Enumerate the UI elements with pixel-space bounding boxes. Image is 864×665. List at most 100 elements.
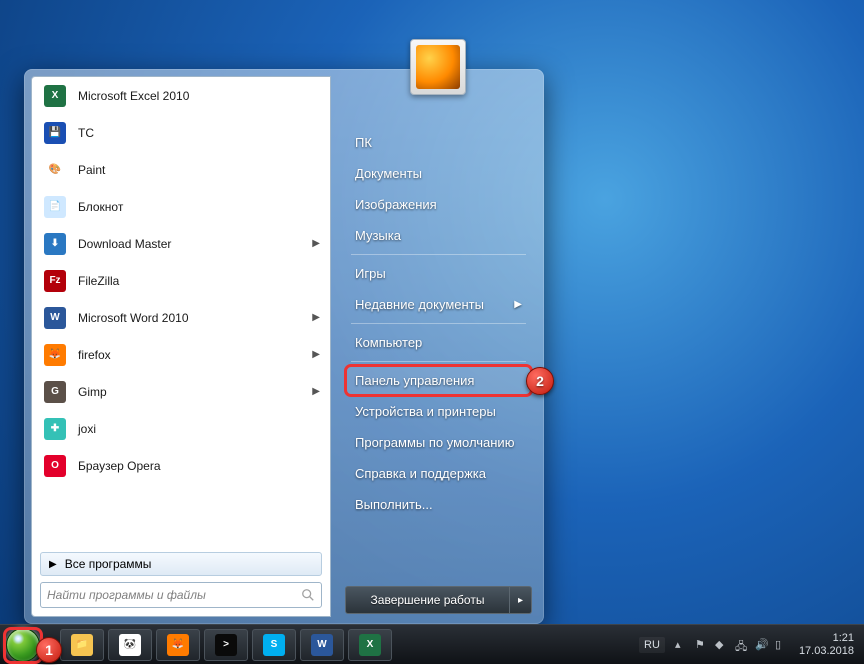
annotation-callout-2: 2 bbox=[526, 367, 554, 395]
program-label: Microsoft Word 2010 bbox=[78, 311, 189, 325]
taskbar-app-excel-icon[interactable]: X bbox=[348, 629, 392, 661]
arrow-right-icon: ▶ bbox=[49, 559, 57, 570]
chevron-right-icon: ▶ bbox=[312, 312, 320, 323]
program-item-excel-icon[interactable]: XMicrosoft Excel 2010 bbox=[32, 77, 330, 114]
language-indicator[interactable]: RU bbox=[639, 637, 665, 653]
right-menu-label: Устройства и принтеры bbox=[355, 404, 496, 419]
tray-chevron-icon[interactable]: ▴ bbox=[675, 638, 689, 652]
right-menu-item[interactable]: Изображения bbox=[345, 189, 532, 220]
paint-icon: 🎨 bbox=[42, 157, 68, 183]
program-label: Paint bbox=[78, 163, 105, 177]
taskbar-app-firefox-icon[interactable]: 🦊 bbox=[156, 629, 200, 661]
program-label: Блокнот bbox=[78, 200, 123, 214]
program-item-paint-icon[interactable]: 🎨 Paint bbox=[32, 151, 330, 188]
program-item-firefox-icon[interactable]: 🦊 firefox ▶ bbox=[32, 336, 330, 373]
right-menu-item[interactable]: Устройства и принтеры bbox=[345, 396, 532, 427]
tray-battery-icon[interactable]: ▯ bbox=[775, 638, 789, 652]
program-label: joxi bbox=[78, 422, 96, 436]
annotation-callout-1: 1 bbox=[36, 637, 62, 663]
taskbar-app-word-icon[interactable]: W bbox=[300, 629, 344, 661]
right-menu-label: Изображения bbox=[355, 197, 437, 212]
program-label: FileZilla bbox=[78, 274, 119, 288]
taskbar-clock[interactable]: 1:21 17.03.2018 bbox=[799, 632, 854, 657]
opera-icon: O bbox=[42, 453, 68, 479]
right-menu-label: Компьютер bbox=[355, 335, 422, 350]
taskbar-apps: 📁 🐼 🦊 > S W X bbox=[60, 629, 392, 661]
all-programs-label: Все программы bbox=[65, 557, 152, 571]
program-item-joxi-icon[interactable]: ✚ joxi bbox=[32, 410, 330, 447]
program-label: Download Master bbox=[78, 237, 171, 251]
program-item-filezilla-icon[interactable]: Fz FileZilla bbox=[32, 262, 330, 299]
start-menu: XMicrosoft Excel 2010 💾 TC 🎨 Paint 📄 Блокнот ⬇ D… bbox=[24, 69, 544, 624]
avatar-image-icon bbox=[416, 45, 460, 89]
program-item-opera-icon[interactable]: O Браузер Opera bbox=[32, 447, 330, 484]
filezilla-icon: Fz bbox=[42, 268, 68, 294]
right-menu-item[interactable]: Музыка bbox=[345, 220, 532, 251]
shutdown-button[interactable]: Завершение работы bbox=[345, 586, 510, 614]
user-avatar[interactable] bbox=[410, 39, 466, 95]
right-menu-item[interactable]: Недавние документы▶ bbox=[345, 289, 532, 320]
tray-flag-icon[interactable]: ⚑ bbox=[695, 638, 709, 652]
right-menu-item[interactable]: Игры bbox=[345, 258, 532, 289]
shutdown-group: Завершение работы ▸ bbox=[345, 586, 532, 614]
word-icon: W bbox=[311, 634, 333, 656]
all-programs-button[interactable]: ▶ Все программы bbox=[40, 552, 322, 576]
right-menu-label: ПК bbox=[355, 135, 372, 150]
firefox-icon: 🦊 bbox=[42, 342, 68, 368]
start-menu-right-pane: ПК Документы Изображения Музыка Игры Недавние… bbox=[331, 69, 544, 624]
clock-date: 17.03.2018 bbox=[799, 645, 854, 658]
program-label: firefox bbox=[78, 348, 111, 362]
right-menu-label: Игры bbox=[355, 266, 386, 281]
clock-time: 1:21 bbox=[799, 632, 854, 645]
program-item-tc-icon[interactable]: 💾 TC bbox=[32, 114, 330, 151]
firefox-icon: 🦊 bbox=[167, 634, 189, 656]
shutdown-options-button[interactable]: ▸ bbox=[510, 586, 532, 614]
start-button[interactable]: 1 bbox=[0, 625, 46, 665]
right-menu-item[interactable]: Программы по умолчанию bbox=[345, 427, 532, 458]
tray-icons: ▴ ⚑ ◆ 🖧 🔊 ▯ bbox=[675, 638, 789, 652]
right-menu-label: Справка и поддержка bbox=[355, 466, 486, 481]
tray-app-icon[interactable]: ◆ bbox=[715, 638, 729, 652]
search-input[interactable]: Найти программы и файлы bbox=[40, 582, 322, 608]
taskbar-app-cmd-icon[interactable]: > bbox=[204, 629, 248, 661]
right-menu-item[interactable]: Выполнить... bbox=[345, 489, 532, 520]
program-label: Браузер Opera bbox=[78, 459, 161, 473]
word-icon: W bbox=[42, 305, 68, 331]
joxi-icon: ✚ bbox=[42, 416, 68, 442]
search-icon bbox=[301, 588, 315, 602]
shutdown-label: Завершение работы bbox=[371, 593, 485, 607]
right-menu-item[interactable]: Документы bbox=[345, 158, 532, 189]
taskbar: 1 📁 🐼 🦊 > S W X RU ▴ ⚑ ◆ 🖧 🔊 ▯ 1:21 17.03.2018 bbox=[0, 624, 864, 664]
program-label: Microsoft Excel 2010 bbox=[78, 89, 189, 103]
tray-volume-icon[interactable]: 🔊 bbox=[755, 638, 769, 652]
right-menu-label: Панель управления bbox=[355, 373, 474, 388]
tray-network-icon[interactable]: 🖧 bbox=[735, 638, 749, 652]
chevron-right-icon: ▶ bbox=[312, 386, 320, 397]
right-menu-item[interactable]: Справка и поддержка bbox=[345, 458, 532, 489]
download-master-icon: ⬇ bbox=[42, 231, 68, 257]
right-menu-item[interactable]: ПК bbox=[345, 127, 532, 158]
program-item-notepad-icon[interactable]: 📄 Блокнот bbox=[32, 188, 330, 225]
excel-icon: X bbox=[359, 634, 381, 656]
right-menu-item[interactable]: Компьютер bbox=[345, 327, 532, 358]
program-item-download-master-icon[interactable]: ⬇Download Master▶ bbox=[32, 225, 330, 262]
right-menu-label: Выполнить... bbox=[355, 497, 433, 512]
program-item-gimp-icon[interactable]: GGimp▶ bbox=[32, 373, 330, 410]
program-label: TC bbox=[78, 126, 94, 140]
skype-icon: S bbox=[263, 634, 285, 656]
chevron-right-icon: ▸ bbox=[518, 595, 523, 606]
right-menu-label: Музыка bbox=[355, 228, 401, 243]
right-menu-item[interactable]: Панель управления2 bbox=[345, 365, 532, 396]
right-menu-label: Программы по умолчанию bbox=[355, 435, 514, 450]
notepad-icon: 📄 bbox=[42, 194, 68, 220]
chevron-right-icon: ▶ bbox=[312, 349, 320, 360]
right-menu-label: Документы bbox=[355, 166, 422, 181]
program-list: XMicrosoft Excel 2010 💾 TC 🎨 Paint 📄 Блокнот ⬇ D… bbox=[32, 77, 330, 548]
tc-icon: 💾 bbox=[42, 120, 68, 146]
taskbar-app-skype-icon[interactable]: S bbox=[252, 629, 296, 661]
program-item-word-icon[interactable]: W Microsoft Word 2010 ▶ bbox=[32, 299, 330, 336]
taskbar-app-panda-icon[interactable]: 🐼 bbox=[108, 629, 152, 661]
menu-separator bbox=[351, 323, 526, 324]
explorer-icon: 📁 bbox=[71, 634, 93, 656]
taskbar-app-explorer-icon[interactable]: 📁 bbox=[60, 629, 104, 661]
